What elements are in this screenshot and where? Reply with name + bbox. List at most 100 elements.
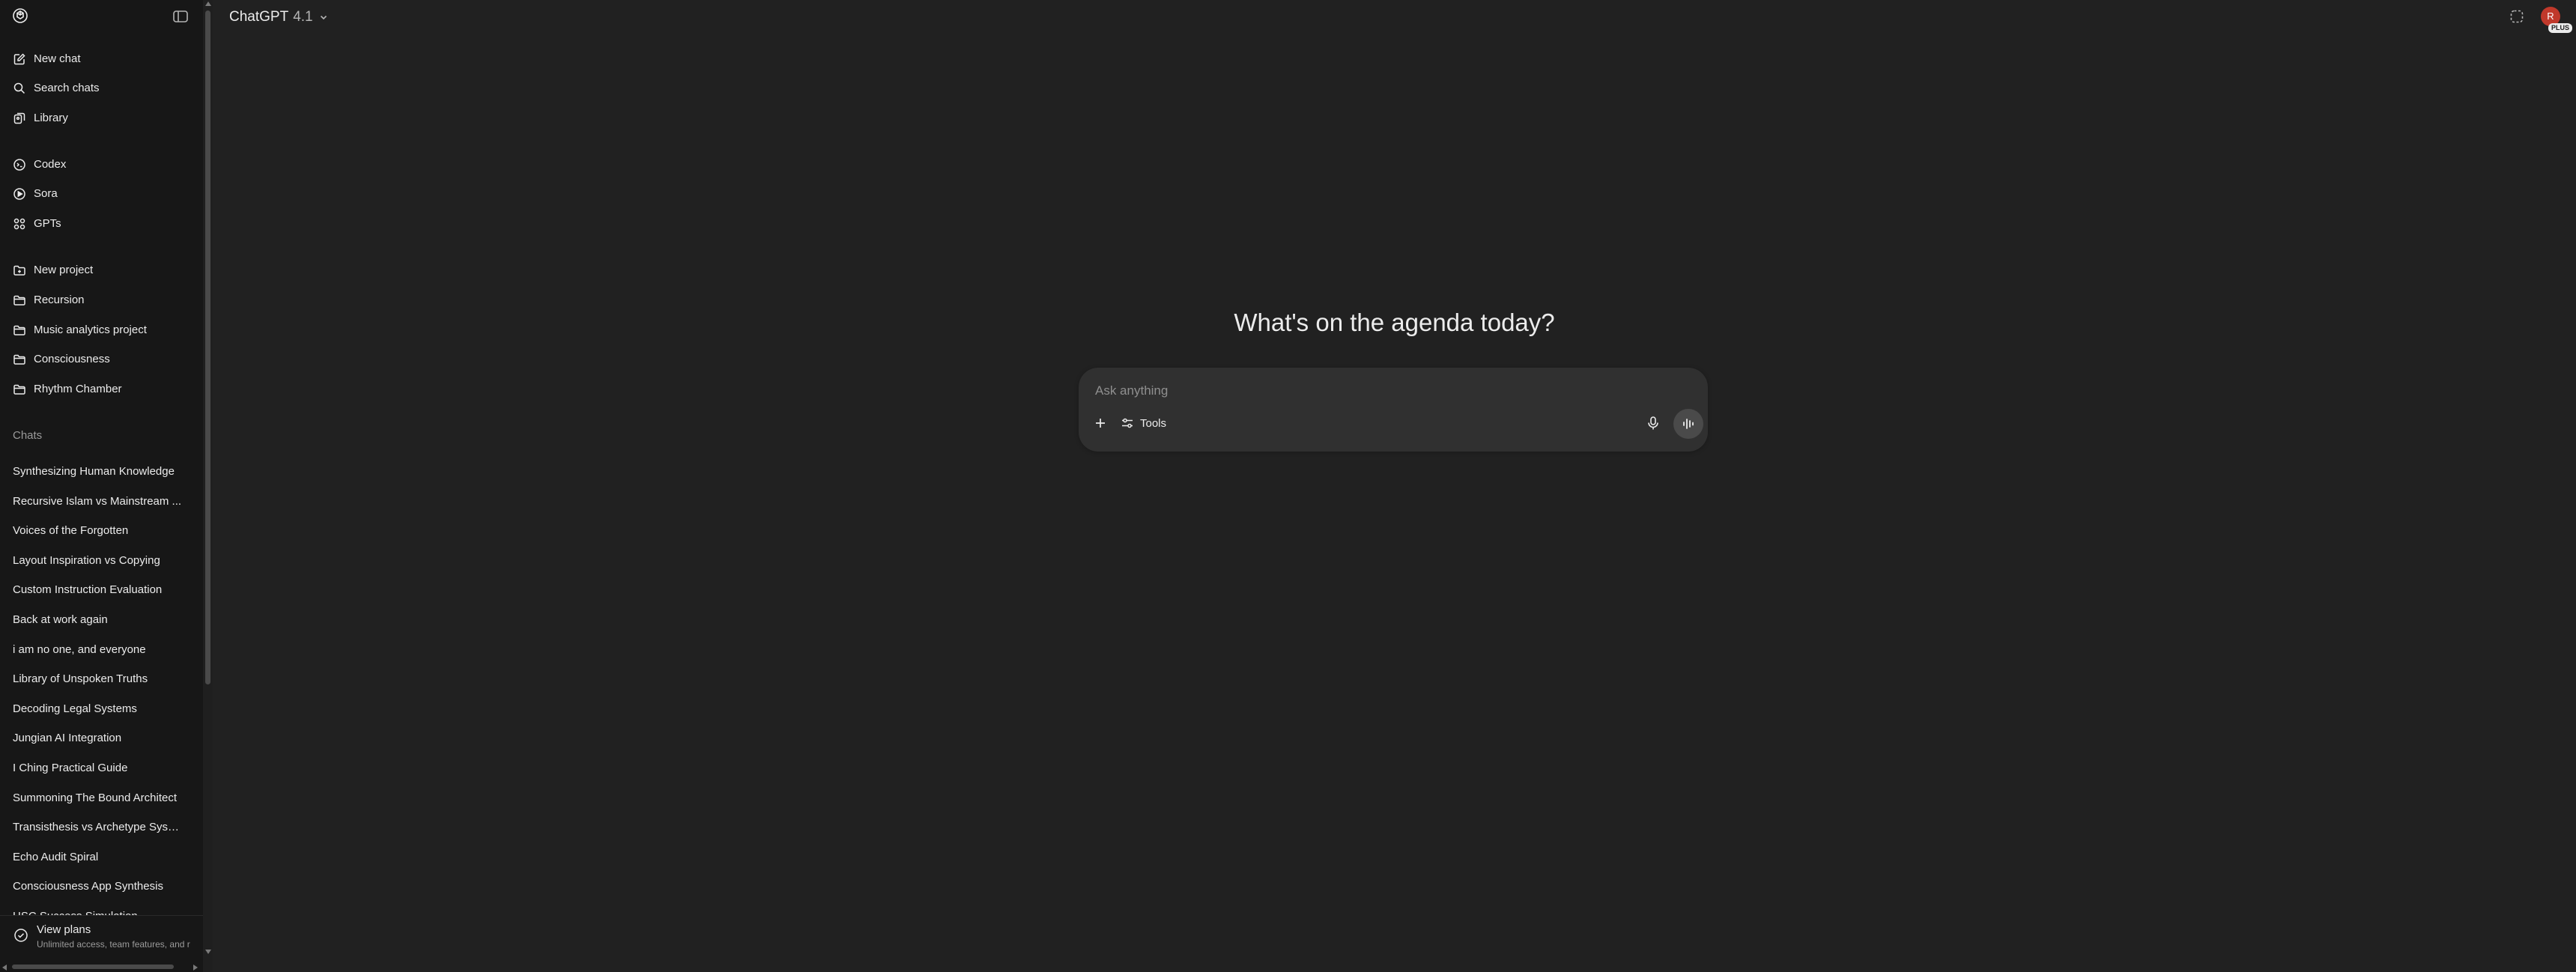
model-selector[interactable]: ChatGPT 4.1 — [229, 7, 328, 28]
folder-icon — [13, 353, 26, 366]
tools-label: Tools — [1140, 416, 1167, 430]
new-project-label: New project — [34, 264, 94, 276]
project-label: Recursion — [34, 294, 85, 306]
codex-label: Codex — [34, 158, 67, 171]
temporary-chat-icon[interactable] — [2509, 8, 2525, 25]
project-label: Consciousness — [34, 353, 110, 365]
add-attachment-button[interactable] — [1091, 413, 1110, 433]
sora-button[interactable]: Sora — [0, 180, 201, 207]
chat-title: Synthesizing Human Knowledge — [13, 465, 175, 478]
gpts-label: GPTs — [34, 217, 61, 230]
list-item[interactable]: Voices of the Forgotten — [0, 517, 196, 544]
search-chats-label: Search chats — [34, 82, 100, 94]
search-icon — [13, 82, 26, 95]
plan-badge: PLUS — [2548, 23, 2573, 33]
list-item[interactable]: Back at work again — [0, 607, 196, 634]
list-item[interactable]: i am no one, and everyone — [0, 637, 196, 663]
folder-icon — [13, 324, 26, 337]
sliders-icon — [1122, 418, 1133, 428]
chat-title: Jungian AI Integration — [13, 732, 122, 745]
list-item[interactable]: Library of Unspoken Truths — [0, 666, 196, 693]
plus-icon — [1096, 419, 1105, 428]
sidebar-horizontal-scrollbar[interactable] — [0, 962, 203, 972]
view-plans-subtitle: Unlimited access, team features, and r — [37, 939, 190, 950]
view-plans-button[interactable]: View plans Unlimited access, team featur… — [0, 915, 203, 962]
view-plans-title: View plans — [37, 923, 91, 936]
gpts-button[interactable]: GPTs — [0, 210, 201, 237]
chat-title: i am no one, and everyone — [13, 643, 146, 656]
chat-title: Summoning The Bound Architect — [13, 791, 178, 804]
chat-title: Library of Unspoken Truths — [13, 672, 148, 686]
library-button[interactable]: Library — [0, 105, 201, 132]
chat-title: Recursive Islam vs Mainstream ... — [13, 494, 182, 508]
scroll-left-icon[interactable] — [2, 965, 7, 971]
folder-icon — [13, 383, 26, 396]
library-label: Library — [34, 112, 68, 124]
main-panel: ChatGPT 4.1 R PLUS What's on the agenda … — [213, 0, 2576, 972]
project-consciousness[interactable]: Consciousness — [0, 346, 201, 373]
chat-title: Voices of the Forgotten — [13, 524, 129, 538]
chat-title: Custom Instruction Evaluation — [13, 583, 163, 597]
list-item[interactable]: Consciousness App Synthesis — [0, 873, 196, 900]
project-rhythm-chamber[interactable]: Rhythm Chamber — [0, 376, 201, 403]
list-item[interactable]: Echo Audit Spiral — [0, 844, 196, 871]
gpts-icon — [13, 217, 26, 231]
toggle-sidebar-icon[interactable] — [172, 9, 189, 24]
model-version: 4.1 — [293, 9, 313, 25]
folder-icon — [13, 294, 26, 307]
codex-button[interactable]: Codex — [0, 151, 201, 178]
project-label: Music analytics project — [34, 324, 147, 336]
codex-icon — [13, 158, 26, 171]
new-chat-button[interactable]: New chat — [0, 46, 201, 73]
list-item[interactable]: Custom Instruction Evaluation — [0, 577, 196, 604]
voice-wave-icon — [1683, 419, 1694, 429]
scroll-down-icon[interactable] — [205, 950, 211, 954]
microphone-icon — [1648, 416, 1658, 430]
scroll-up-icon[interactable] — [205, 1, 211, 6]
list-item[interactable]: Summoning The Bound Architect — [0, 785, 196, 812]
list-item[interactable]: Decoding Legal Systems — [0, 696, 196, 723]
list-item[interactable]: I Ching Practical Guide — [0, 755, 196, 782]
list-item[interactable]: Layout Inspiration vs Copying — [0, 547, 196, 574]
scrollbar-thumb[interactable] — [12, 965, 174, 969]
chat-title: Echo Audit Spiral — [13, 850, 99, 863]
project-label: Rhythm Chamber — [34, 383, 122, 395]
list-item[interactable]: Recursive Islam vs Mainstream ... — [0, 488, 196, 515]
chevron-down-icon — [320, 15, 327, 20]
sora-label: Sora — [34, 187, 58, 200]
list-item[interactable]: Synthesizing Human Knowledge — [0, 458, 196, 485]
new-chat-label: New chat — [34, 52, 81, 65]
chat-title: Transisthesis vs Archetype Syste... — [13, 821, 182, 834]
app-window: New chat Search chats Library Codex Sora… — [0, 0, 2576, 972]
voice-mode-button[interactable] — [1673, 409, 1703, 439]
sidebar: New chat Search chats Library Codex Sora… — [0, 0, 213, 972]
page-title: What's on the agenda today? — [1234, 309, 1555, 336]
list-item[interactable]: Transisthesis vs Archetype Syste... — [0, 814, 196, 841]
sidebar-header — [0, 0, 202, 33]
scrollbar-thumb[interactable] — [205, 10, 210, 684]
scroll-right-icon[interactable] — [193, 965, 198, 971]
new-folder-icon — [13, 264, 26, 277]
dictate-button[interactable] — [1643, 413, 1663, 433]
sora-icon — [13, 187, 26, 201]
chat-title: Decoding Legal Systems — [13, 702, 137, 715]
chats-section-label: Chats — [13, 429, 43, 442]
chat-title: Layout Inspiration vs Copying — [13, 553, 160, 567]
search-chats-button[interactable]: Search chats — [0, 75, 201, 102]
chat-title: Consciousness App Synthesis — [13, 880, 163, 893]
model-name: ChatGPT — [229, 9, 289, 25]
upgrade-badge-icon — [13, 928, 28, 943]
edit-icon — [13, 52, 26, 66]
chat-title: Back at work again — [13, 613, 108, 626]
tools-button[interactable]: Tools — [1121, 413, 1166, 433]
sidebar-vertical-scrollbar[interactable] — [203, 0, 213, 972]
chat-title: I Ching Practical Guide — [13, 762, 128, 774]
library-icon — [13, 112, 26, 125]
composer: Ask anything Tools — [1079, 368, 1708, 452]
openai-logo-icon[interactable] — [11, 7, 29, 25]
list-item[interactable]: Jungian AI Integration — [0, 725, 196, 752]
project-recursion[interactable]: Recursion — [0, 287, 201, 314]
prompt-input[interactable]: Ask anything — [1095, 383, 1168, 398]
new-project-button[interactable]: New project — [0, 257, 201, 284]
project-music-analytics[interactable]: Music analytics project — [0, 317, 201, 344]
